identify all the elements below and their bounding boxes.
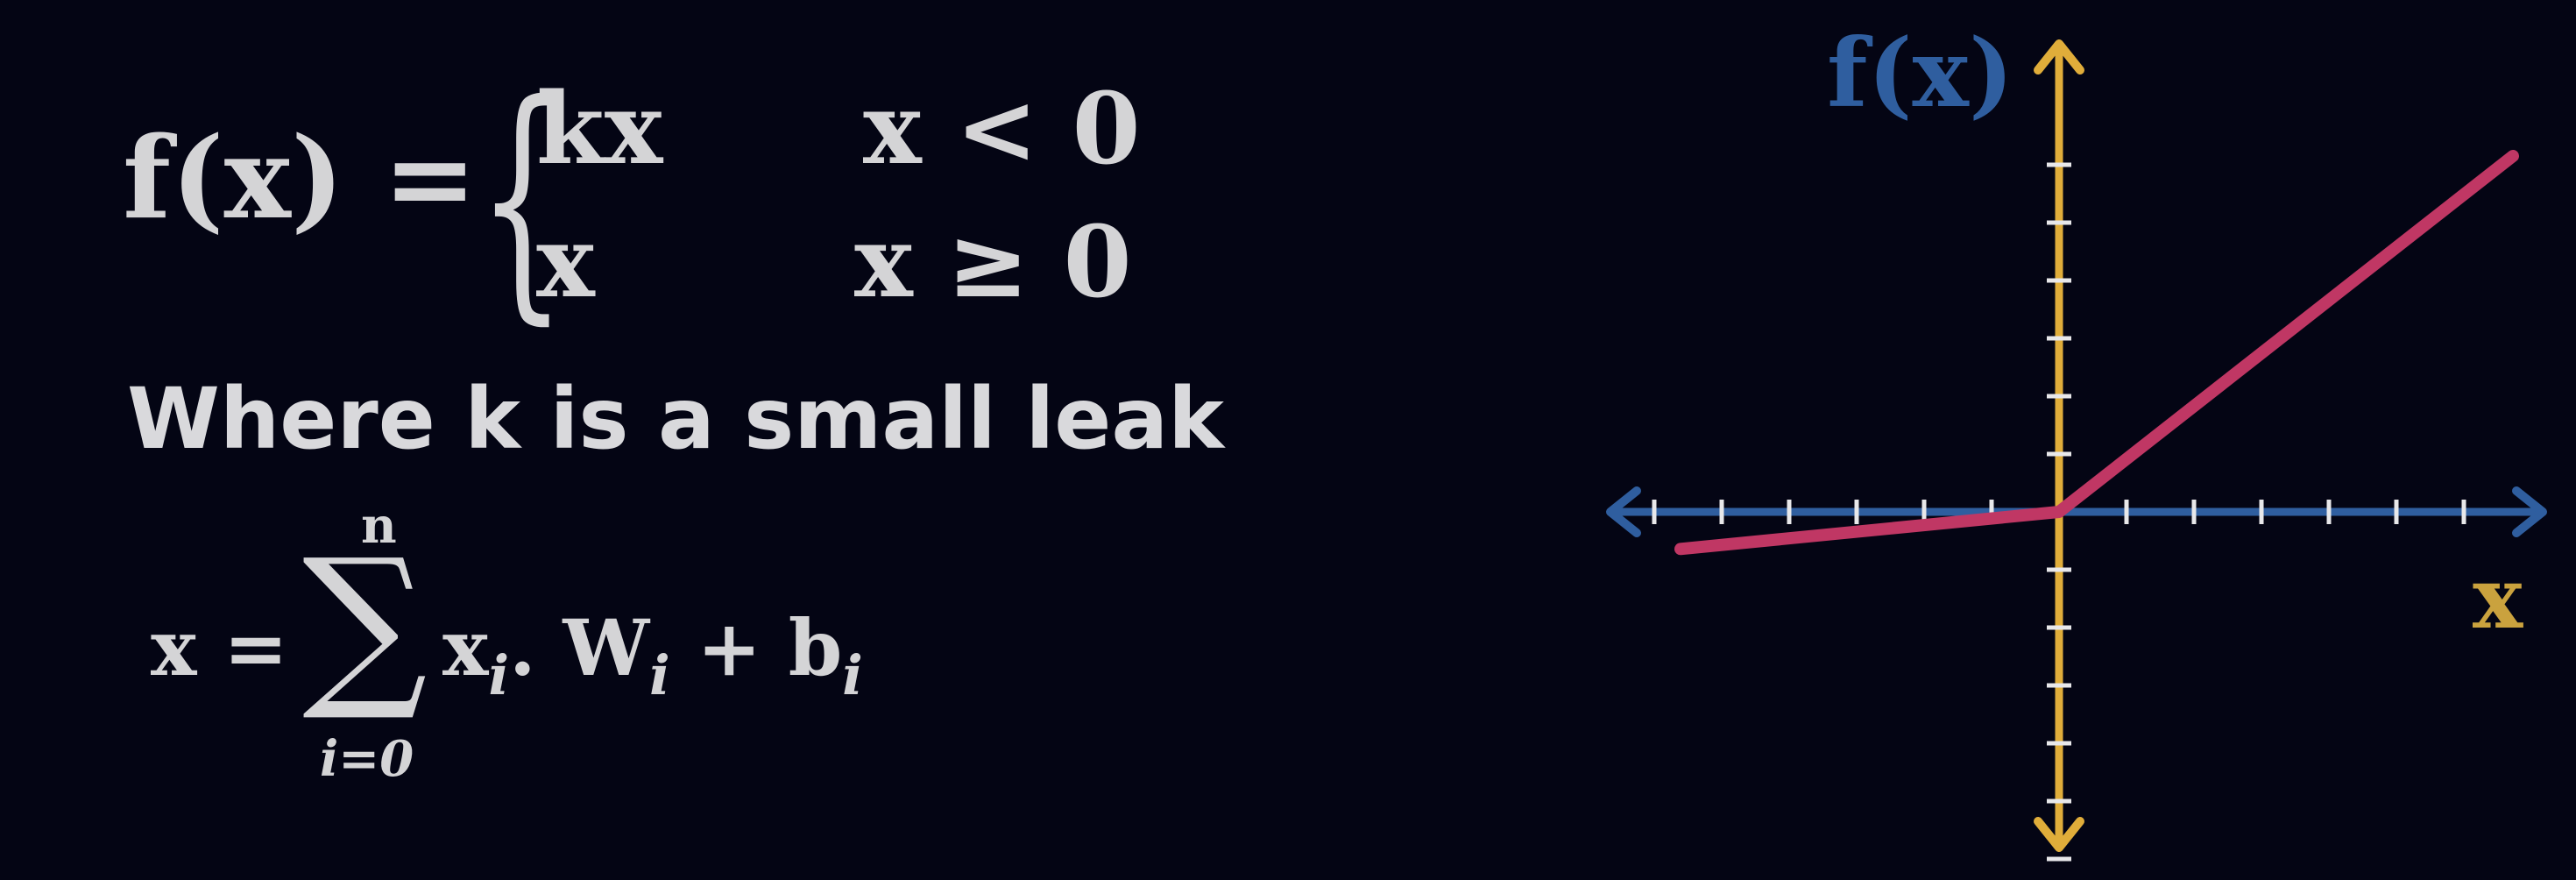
leaky-relu-line: [1674, 150, 2519, 556]
y-axis-label: f(x): [1827, 18, 2014, 129]
x-axis-label: x: [2473, 549, 2523, 648]
leaky-relu-curve: [1674, 150, 2519, 556]
leaky-relu-plot: [1606, 39, 2547, 862]
slide: f(x) = { kx x < 0 x x ≥ 0 Where k is a s…: [0, 0, 2576, 880]
